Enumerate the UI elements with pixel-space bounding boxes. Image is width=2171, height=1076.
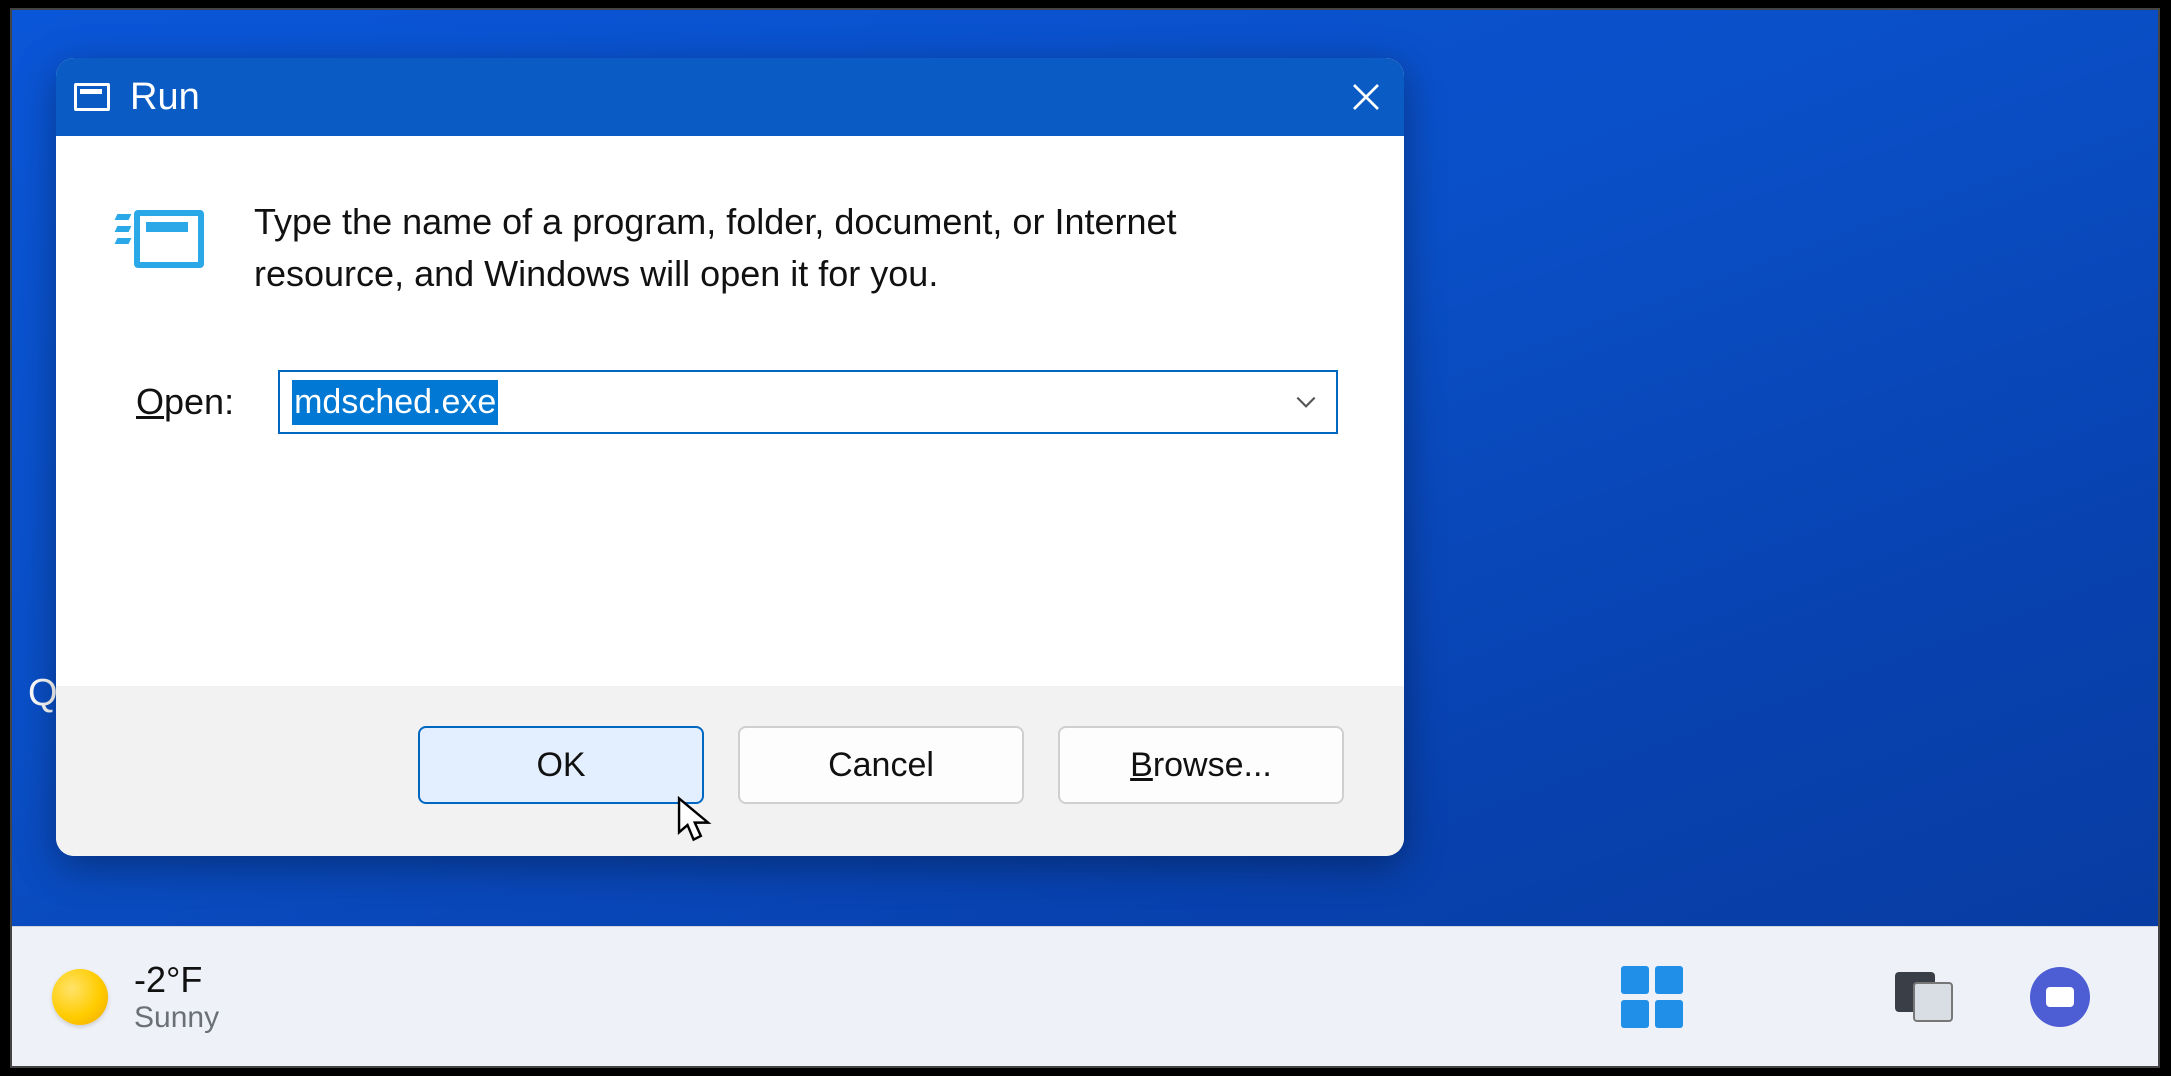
search-icon xyxy=(1750,959,1826,1035)
desktop-cropped-label: Q xyxy=(28,672,58,715)
run-titlebar-icon xyxy=(74,83,110,111)
dialog-button-bar: OK Cancel Browse... xyxy=(56,686,1404,856)
task-view-icon xyxy=(1895,972,1953,1022)
search-button[interactable] xyxy=(1750,959,1826,1035)
open-label: Open: xyxy=(136,381,234,423)
browse-button-label: Browse... xyxy=(1130,746,1272,785)
open-input-value: mdsched.exe xyxy=(292,380,498,425)
cancel-button[interactable]: Cancel xyxy=(738,726,1024,804)
weather-condition: Sunny xyxy=(134,1001,219,1035)
screenshot-frame: Q Run Type the na xyxy=(10,8,2160,1068)
dialog-description: Type the name of a program, folder, docu… xyxy=(254,196,1304,300)
weather-temperature: -2°F xyxy=(134,959,219,1001)
close-button[interactable] xyxy=(1346,77,1386,117)
chevron-down-icon xyxy=(1293,389,1319,415)
desktop-background: Q Run Type the na xyxy=(12,10,2158,1066)
close-icon xyxy=(1350,81,1382,113)
weather-widget[interactable]: -2°F Sunny xyxy=(52,959,219,1035)
ok-button-label: OK xyxy=(536,746,585,785)
ok-button[interactable]: OK xyxy=(418,726,704,804)
start-button[interactable] xyxy=(1614,959,1690,1035)
taskbar: -2°F Sunny xyxy=(12,926,2158,1066)
dialog-body: Type the name of a program, folder, docu… xyxy=(56,136,1404,686)
combobox-dropdown-button[interactable] xyxy=(1276,389,1336,415)
chat-icon xyxy=(2030,967,2090,1027)
chat-button[interactable] xyxy=(2022,959,2098,1035)
dialog-title: Run xyxy=(130,76,1346,119)
cancel-button-label: Cancel xyxy=(828,746,934,785)
sun-icon xyxy=(52,969,108,1025)
browse-button[interactable]: Browse... xyxy=(1058,726,1344,804)
task-view-button[interactable] xyxy=(1886,959,1962,1035)
run-dialog: Run Type the name of a program, folder, … xyxy=(56,58,1404,856)
dialog-titlebar[interactable]: Run xyxy=(56,58,1404,136)
taskbar-pinned-apps xyxy=(1614,959,2098,1035)
run-dialog-icon xyxy=(116,204,206,276)
open-input[interactable]: mdsched.exe xyxy=(280,372,1276,432)
windows-logo-icon xyxy=(1621,966,1683,1028)
open-combobox[interactable]: mdsched.exe xyxy=(278,370,1338,434)
